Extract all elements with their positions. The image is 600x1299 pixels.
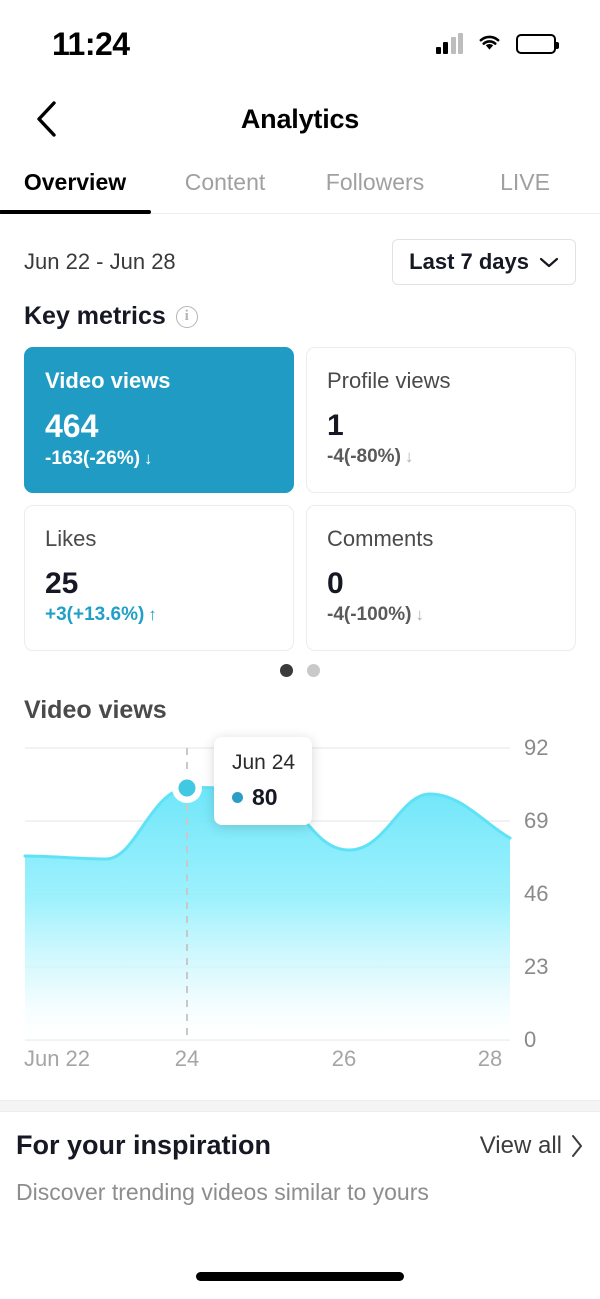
date-range-row: Jun 22 - Jun 28 Last 7 days [0, 232, 600, 292]
pager-dot-1[interactable] [280, 664, 293, 677]
metric-card-delta: +3(+13.6%) ↑ [45, 604, 273, 626]
key-metrics-heading: Key metrics i [24, 302, 198, 331]
section-divider [0, 1100, 600, 1112]
metric-card-value: 464 [45, 408, 99, 444]
analytics-screen: 11:24 Analytics Overview Content Followe… [0, 0, 600, 1299]
metric-card-delta-text: -163(-26%) [45, 447, 141, 469]
carousel-pager [0, 664, 600, 677]
metric-card-delta: -163(-26%) ↓ [45, 448, 273, 470]
tab-followers[interactable]: Followers [300, 152, 450, 213]
inspiration-subtitle: Discover trending videos similar to your… [16, 1179, 429, 1205]
chart-highlight-marker [172, 773, 202, 803]
wifi-icon [476, 32, 503, 57]
x-tick-label: 28 [477, 1046, 503, 1071]
status-time: 11:24 [52, 25, 130, 62]
metric-card-delta-text: -4(-100%) [327, 603, 412, 625]
view-all-button[interactable]: View all [480, 1132, 584, 1160]
metric-card-delta-text: -4(-80%) [327, 445, 401, 467]
y-tick-label: 46 [524, 881, 549, 906]
status-bar: 11:24 [0, 0, 600, 88]
chart-area-fill [25, 787, 510, 1040]
date-range-text: Jun 22 - Jun 28 [24, 249, 176, 274]
metric-card-profile-views[interactable]: Profile views 1 -4(-80%) ↓ [306, 347, 576, 493]
y-tick-label: 23 [524, 954, 549, 979]
tab-bar: Overview Content Followers LIVE [0, 152, 600, 214]
metric-card-title: Profile views [327, 368, 451, 393]
metric-card-value: 25 [45, 567, 79, 600]
cellular-signal-icon [435, 33, 463, 54]
view-all-label: View all [479, 1131, 562, 1159]
arrow-up-icon: ↑ [148, 605, 157, 624]
arrow-down-icon: ↓ [404, 447, 414, 466]
page-title: Analytics [240, 103, 360, 134]
back-button[interactable] [24, 97, 68, 141]
x-tick-label: 24 [174, 1046, 200, 1071]
tooltip-date: Jun 24 [232, 751, 296, 774]
chevron-left-icon [37, 101, 56, 137]
x-tick-label: Jun 22 [23, 1046, 91, 1071]
tooltip-value: 80 [252, 784, 278, 810]
arrow-down-icon: ↓ [144, 449, 153, 469]
chevron-right-icon [572, 1134, 582, 1157]
home-indicator [196, 1272, 404, 1281]
metric-card-title: Video views [45, 368, 171, 393]
chart-title: Video views [24, 696, 167, 724]
key-metrics-label: Key metrics [24, 302, 166, 330]
inspiration-title: For your inspiration [16, 1130, 272, 1160]
y-tick-label: 92 [524, 735, 549, 760]
date-range-picker[interactable]: Last 7 days [392, 239, 576, 285]
navigation-bar: Analytics [0, 88, 600, 150]
metric-card-comments[interactable]: Comments 0 -4(-100%) ↓ [306, 505, 576, 651]
tab-live[interactable]: LIVE [450, 152, 600, 213]
tab-content[interactable]: Content [150, 152, 300, 213]
x-tick-label: 26 [331, 1046, 357, 1071]
metric-card-title: Comments [327, 526, 434, 551]
key-metrics-cards: Video views 464 -163(-26%) ↓ Profile vie… [24, 347, 576, 651]
metric-card-delta: -4(-80%) ↓ [327, 446, 555, 468]
tab-overview[interactable]: Overview [0, 152, 150, 213]
metric-card-video-views[interactable]: Video views 464 -163(-26%) ↓ [24, 347, 294, 493]
chart-tooltip: Jun 24 80 [214, 737, 312, 825]
metric-card-delta: -4(-100%) ↓ [327, 604, 555, 626]
battery-icon [516, 34, 559, 54]
chart-y-axis: 92 69 46 23 0 [524, 735, 600, 1052]
metric-card-value: 0 [327, 567, 344, 600]
metric-card-title: Likes [45, 526, 97, 551]
status-icons [435, 32, 559, 57]
info-circle-icon[interactable]: i [175, 305, 198, 328]
y-tick-label: 69 [524, 808, 549, 833]
inspiration-header: For your inspiration View all [16, 1130, 584, 1161]
inspiration-section: For your inspiration View all Discover t… [0, 1130, 600, 1206]
date-range-picker-label: Last 7 days [409, 249, 529, 274]
arrow-down-icon: ↓ [415, 605, 424, 624]
metric-card-delta-text: +3(+13.6%) [45, 603, 145, 625]
chart-x-axis: Jun 22 24 26 28 [0, 1046, 600, 1086]
chevron-down-icon [539, 257, 559, 267]
metric-card-likes[interactable]: Likes 25 +3(+13.6%) ↑ [24, 505, 294, 651]
tooltip-value-row: 80 [232, 784, 312, 811]
pager-dot-2[interactable] [307, 664, 320, 677]
series-dot-icon [232, 792, 243, 803]
metric-card-value: 1 [327, 409, 344, 442]
